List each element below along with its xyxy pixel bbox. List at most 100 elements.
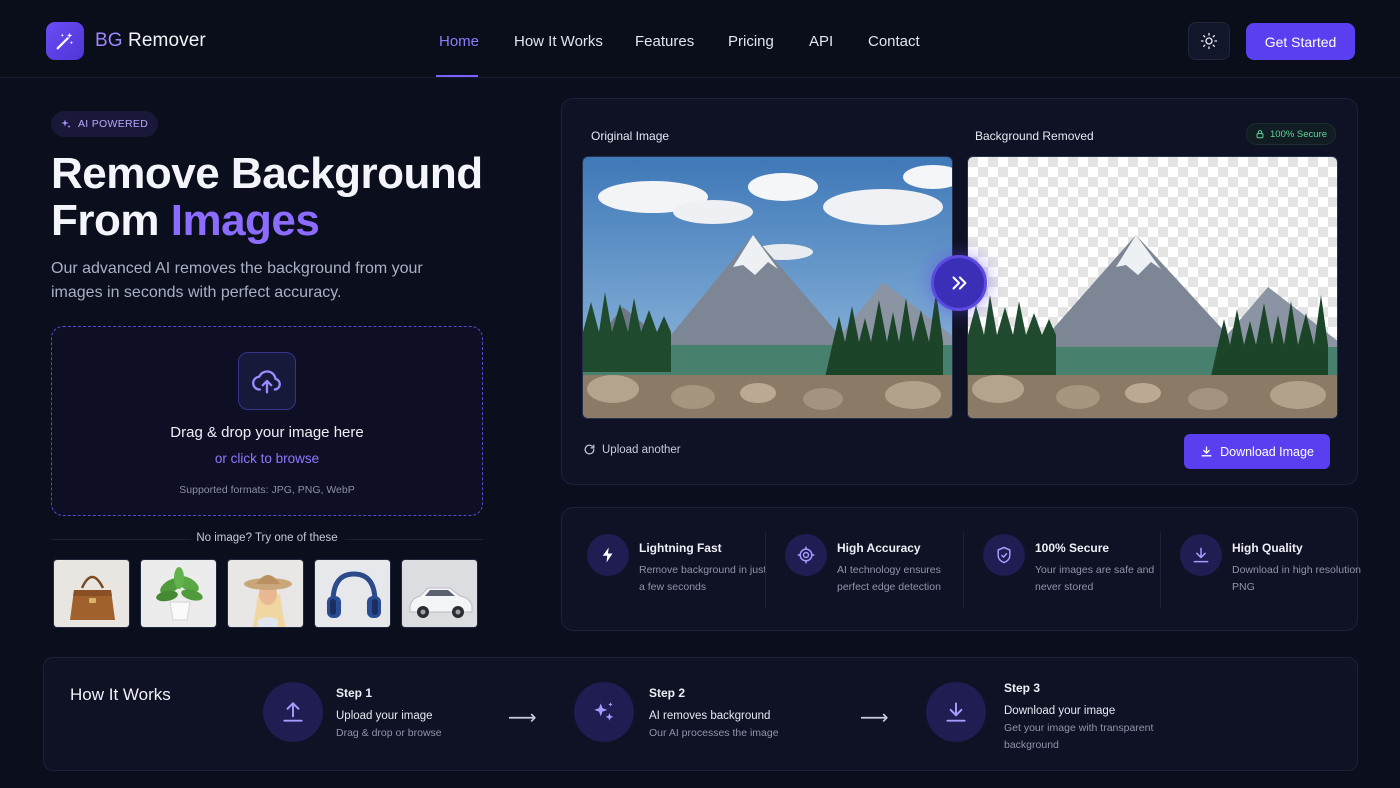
sun-icon [1200,32,1218,50]
feature-title: Lightning Fast [639,541,722,555]
step1-number: Step 1 [336,686,373,700]
feature-description: AI technology ensures perfect edge detec… [837,564,941,593]
upload-another-label: Upload another [602,443,681,456]
get-started-button[interactable]: Get Started [1246,23,1355,60]
mountain-landscape-image [583,157,952,418]
step1-description: Drag & drop or browse [336,727,442,739]
feature-icon-container [587,534,629,576]
hero-title-line2: From Images [51,197,483,244]
download-icon [946,702,966,722]
original-image [582,156,953,419]
nav-api[interactable]: API [809,33,833,50]
step2-number: Step 2 [649,686,686,700]
feature-description: Download in high resolution PNG [1232,564,1361,593]
feature-lightning-fast: Lightning Fast Remove background in just… [587,534,777,609]
sample-headphones[interactable] [314,559,391,628]
feature-icon-container [785,534,827,576]
car-image [402,560,477,627]
hero-title-highlight: Images [170,196,320,245]
step3-title: Download your image [1004,705,1116,717]
nav-features[interactable]: Features [635,33,694,50]
badge-label: AI POWERED [78,118,149,130]
download-icon [1201,446,1212,457]
refresh-icon [584,444,595,455]
step3-icon-container [926,682,986,742]
hero-title-prefix: From [51,196,171,245]
step1-title: Upload your image [336,710,433,722]
woman-image [228,560,303,627]
upload-icon-container [238,352,296,410]
feature-divider [765,532,766,608]
how-it-works-title: How It Works [70,685,171,704]
feature-title: High Quality [1232,541,1303,555]
step1-icon-container [263,682,323,742]
samples-label: No image? Try one of these [196,532,338,544]
nav-home[interactable]: Home [439,33,479,50]
hero-subtitle: Our advanced AI removes the background f… [51,260,423,301]
feature-divider [1160,532,1161,608]
feature-high-quality: High Quality Download in high resolution… [1180,534,1370,609]
magic-wand-icon [56,32,74,50]
feature-title: High Accuracy [837,541,921,555]
download-image-label: Download Image [1220,444,1314,459]
sample-handbag[interactable] [53,559,130,628]
step2-description: Our AI processes the image [649,727,779,739]
ai-powered-badge: AI POWERED [51,111,159,137]
feature-icon-container [1180,534,1222,576]
sparkles-icon [594,702,614,721]
upload-icon [283,702,303,722]
original-image-label: Original Image [591,129,670,143]
arrow-right-icon: ⟶ [860,707,889,729]
step3-description: Get your image with transparent backgrou… [1004,722,1154,751]
step2-title: AI removes background [649,710,771,722]
nav-contact[interactable]: Contact [868,33,920,50]
download-icon [1193,547,1209,563]
hero-title-line1: Remove Background [51,149,483,198]
nav-pricing[interactable]: Pricing [728,33,774,50]
secure-badge-label: 100% Secure [1270,128,1328,140]
handbag-image [54,560,129,627]
feature-icon-container [983,534,1025,576]
theme-toggle-button[interactable] [1188,22,1230,60]
nav-active-indicator [436,75,478,77]
hero-title: Remove Background From Images [51,150,483,244]
nav-how-it-works[interactable]: How It Works [514,33,603,50]
upload-dropzone[interactable]: Drag & drop your image here or click to … [51,326,483,516]
lock-icon [1256,130,1264,139]
removed-image-label: Background Removed [975,129,1094,143]
features-card: Lightning Fast Remove background in just… [561,507,1361,631]
compare-toggle-button[interactable] [931,255,987,311]
target-icon [797,546,815,564]
app-name[interactable]: BG Remover [95,30,206,52]
sample-plant[interactable] [140,559,217,628]
sample-woman-in-hat[interactable] [227,559,304,628]
arrow-right-icon: ⟶ [508,707,537,729]
plant-image [141,560,216,627]
feature-secure: 100% Secure Your images are safe and nev… [983,534,1173,609]
comparison-card: Original Image Background Removed 100% S… [561,98,1358,485]
feature-description: Remove background in just a few seconds [639,564,767,593]
step3-number: Step 3 [1004,681,1041,695]
download-image-button[interactable]: Download Image [1184,434,1330,469]
dropzone-title: Drag & drop your image here [170,424,364,441]
sparkles-icon [61,119,71,128]
top-nav-bar: BG Remover Home How It Works Features Pr… [0,0,1400,78]
browse-link[interactable]: or click to browse [52,451,482,466]
lightning-icon [602,547,613,563]
feature-divider [963,532,964,608]
step2-icon-container [574,682,634,742]
shield-icon [997,546,1011,564]
feature-description: Your images are safe and never stored [1035,564,1155,593]
logo-mark[interactable] [46,22,84,60]
feature-title: 100% Secure [1035,541,1110,555]
double-chevron-right-icon [952,276,967,290]
feature-high-accuracy: High Accuracy AI technology ensures perf… [785,534,975,609]
supported-formats: Supported formats: JPG, PNG, WebP [179,484,355,496]
how-it-works-section: How It Works Step 1 Upload your image Dr… [43,657,1358,771]
app-name-suffix: Remover [122,30,206,51]
background-removed-image [967,156,1338,419]
sample-car[interactable] [401,559,478,628]
app-name-prefix: BG [95,30,123,51]
upload-another-button[interactable]: Upload another [583,443,681,456]
headphones-image [315,560,390,627]
